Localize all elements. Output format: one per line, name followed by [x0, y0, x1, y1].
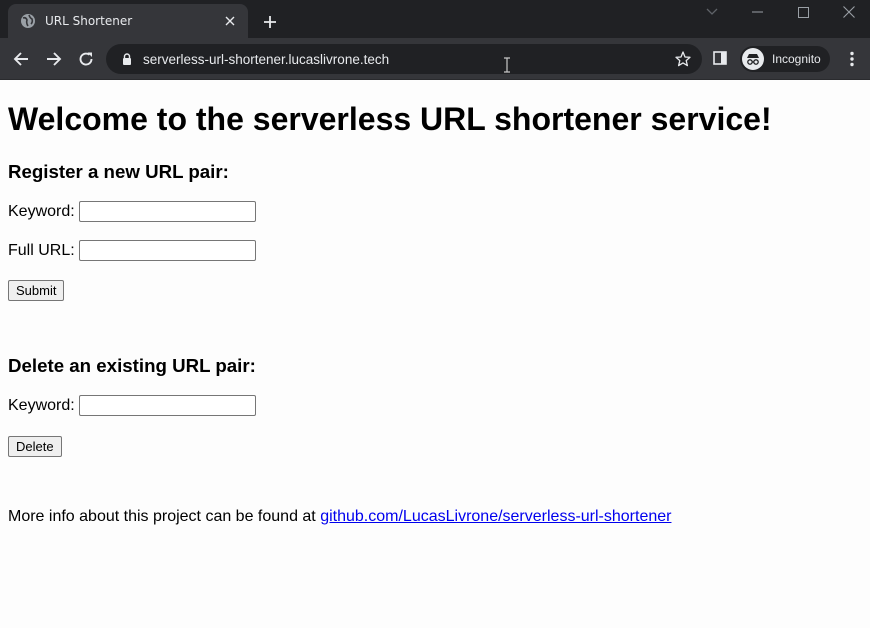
register-keyword-row: Keyword: [8, 201, 256, 222]
project-info: More info about this project can be foun… [8, 508, 671, 526]
text-cursor-icon [502, 57, 512, 73]
delete-keyword-label: Keyword: [8, 396, 75, 414]
delete-button[interactable]: Delete [8, 436, 62, 457]
incognito-label: Incognito [772, 52, 821, 66]
incognito-icon [742, 48, 764, 70]
close-icon[interactable] [222, 13, 238, 29]
minimize-icon[interactable] [735, 0, 779, 24]
maximize-icon[interactable] [781, 0, 825, 24]
url-text[interactable]: serverless-url-shortener.lucaslivrone.te… [143, 52, 389, 67]
lock-icon[interactable] [120, 52, 134, 66]
full-url-input[interactable] [78, 240, 256, 261]
globe-icon [20, 13, 36, 29]
submit-button[interactable]: Submit [8, 280, 65, 301]
delete-keyword-input[interactable] [78, 395, 256, 416]
address-bar[interactable]: serverless-url-shortener.lucaslivrone.te… [106, 44, 702, 74]
chevron-down-icon[interactable] [690, 0, 734, 24]
page-content: Welcome to the serverless URL shortener … [0, 81, 870, 628]
kebab-menu-icon[interactable] [842, 49, 862, 69]
delete-heading: Delete an existing URL pair: [8, 355, 256, 376]
star-icon[interactable] [674, 50, 692, 68]
incognito-profile-button[interactable]: Incognito [740, 46, 830, 72]
side-panel-icon[interactable] [710, 48, 730, 68]
full-url-label: Full URL: [8, 241, 75, 259]
register-keyword-input[interactable] [78, 201, 256, 222]
delete-keyword-row: Keyword: [8, 395, 256, 416]
register-heading: Register a new URL pair: [8, 161, 229, 182]
tab-strip: URL Shortener [0, 0, 870, 38]
plus-icon[interactable] [258, 10, 282, 34]
project-info-text: More info about this project can be foun… [8, 508, 321, 525]
full-url-row: Full URL: [8, 240, 256, 261]
back-arrow-icon[interactable] [9, 47, 33, 71]
tab-title: URL Shortener [45, 14, 133, 28]
page-title: Welcome to the serverless URL shortener … [8, 101, 772, 137]
github-link[interactable]: github.com/LucasLivrone/serverless-url-s… [320, 508, 671, 525]
reload-icon[interactable] [74, 47, 98, 71]
close-icon[interactable] [827, 0, 870, 24]
browser-tab[interactable]: URL Shortener [8, 4, 248, 38]
register-keyword-label: Keyword: [8, 202, 75, 220]
forward-arrow-icon[interactable] [42, 47, 66, 71]
